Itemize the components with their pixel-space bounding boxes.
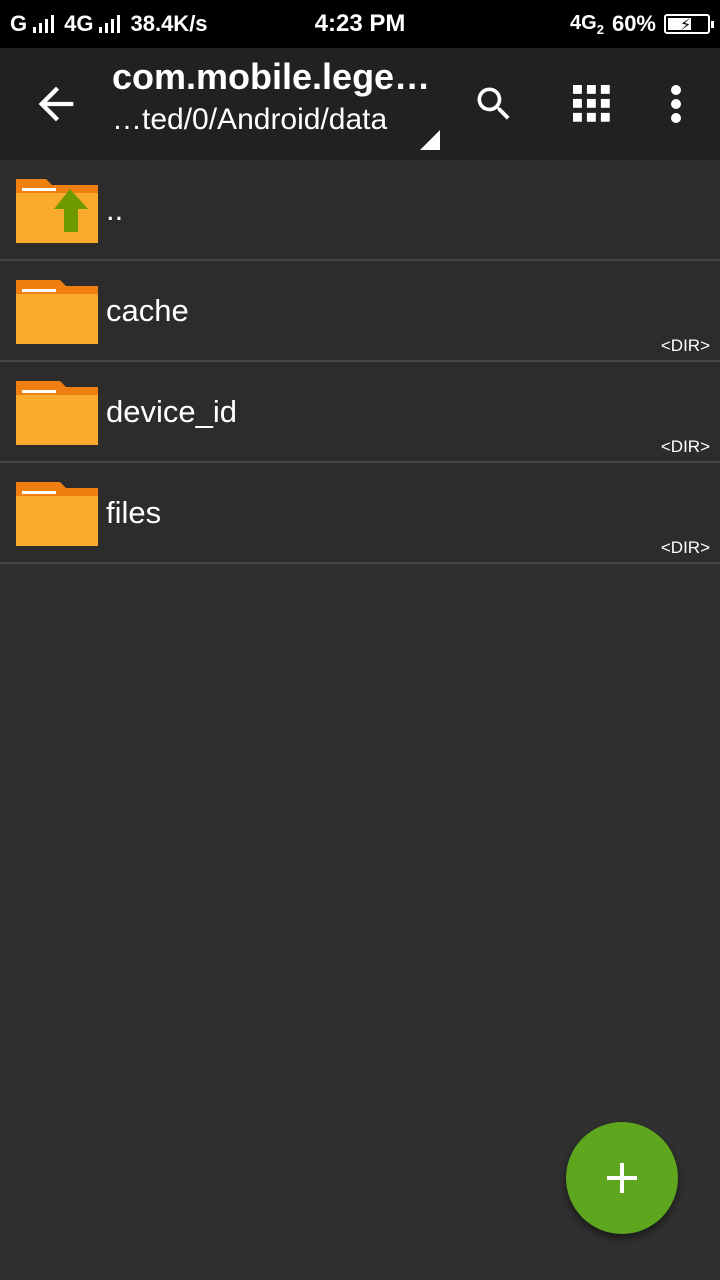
list-item-parent[interactable]: ..	[0, 160, 720, 261]
app-toolbar: com.mobile.lege… …ted/0/Android/data	[0, 48, 720, 160]
overflow-menu-button[interactable]	[648, 76, 704, 132]
folder-icon	[16, 280, 98, 344]
add-fab-button[interactable]	[566, 1122, 678, 1234]
file-list: .. cache <DIR> device_id <DIR> files <DI…	[0, 160, 720, 564]
list-item-device-id[interactable]: device_id <DIR>	[0, 362, 720, 463]
view-mode-button[interactable]	[564, 76, 620, 132]
back-button[interactable]	[30, 78, 82, 130]
file-name: ..	[106, 192, 124, 227]
battery-percent: 60%	[611, 11, 656, 36]
status-right: 4G2 60% ⚡	[570, 0, 714, 48]
more-vert-icon	[671, 85, 681, 123]
file-name: files	[106, 495, 162, 530]
dir-tag: <DIR>	[660, 538, 710, 557]
search-button[interactable]	[466, 76, 522, 132]
status-bar: G 4G 38.4K/s 4:23 PM 4G2 60% ⚡	[0, 0, 720, 48]
folder-icon	[16, 482, 98, 546]
folder-icon	[16, 381, 98, 445]
plus-icon	[607, 1163, 637, 1193]
folder-path[interactable]: …ted/0/Android/data	[112, 103, 387, 137]
list-item-cache[interactable]: cache <DIR>	[0, 261, 720, 362]
list-item-files[interactable]: files <DIR>	[0, 463, 720, 564]
battery-icon: ⚡	[664, 14, 714, 34]
path-dropdown-icon[interactable]	[420, 130, 440, 150]
folder-up-icon	[16, 179, 98, 243]
back-arrow-icon	[38, 86, 74, 122]
network-4g-icon: 4G2	[570, 11, 604, 37]
grid-view-icon	[573, 85, 610, 122]
file-name: cache	[106, 293, 189, 328]
dir-tag: <DIR>	[660, 336, 710, 355]
file-name: device_id	[106, 394, 237, 429]
folder-title: com.mobile.lege…	[112, 56, 431, 97]
dir-tag: <DIR>	[660, 437, 710, 456]
search-icon	[477, 87, 510, 120]
